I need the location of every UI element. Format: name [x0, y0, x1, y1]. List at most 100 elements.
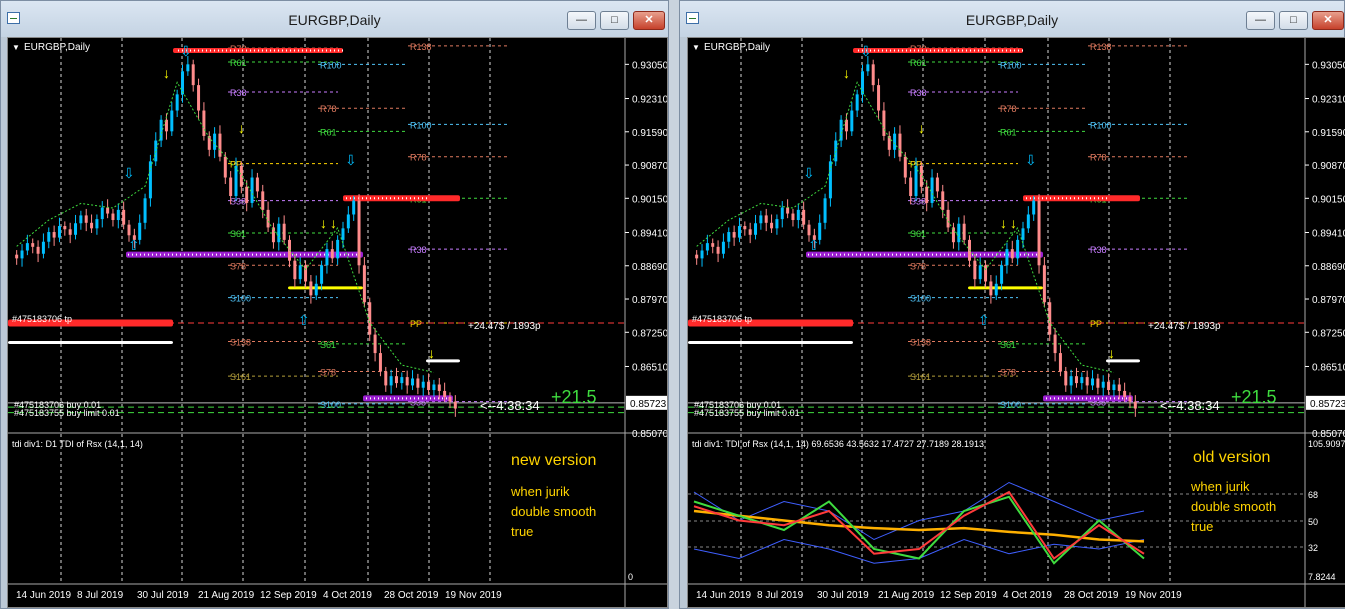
candle-body	[448, 396, 452, 402]
candle-body	[1000, 265, 1004, 284]
candle-body	[400, 377, 404, 384]
candle-body	[47, 232, 51, 242]
candle-body	[36, 246, 40, 254]
candle-body	[100, 207, 104, 220]
candle-body	[1074, 376, 1078, 384]
candle-body	[962, 223, 966, 240]
window-titlebar[interactable]: EURGBP,Daily — □ ✕	[680, 1, 1344, 37]
candle-body	[261, 191, 265, 210]
pivot-level-label: S38	[910, 197, 926, 207]
candle-body	[111, 213, 115, 221]
candle-body	[866, 64, 870, 72]
chart-canvas[interactable]: 14 Jun 2019 8 Jul 2019 30 Jul 2019 21 Aug 2…	[688, 38, 1345, 608]
candle-body	[935, 177, 939, 192]
candle-body	[1005, 249, 1009, 266]
order-tp-label: #475183706 tp	[12, 314, 72, 324]
candle-body	[743, 226, 747, 230]
price-tick-label: 0.87250	[632, 328, 668, 339]
candle-body	[1021, 228, 1025, 240]
candle-body	[861, 71, 865, 95]
candle-body	[271, 227, 275, 243]
candle-body	[1026, 214, 1030, 229]
window-titlebar[interactable]: EURGBP,Daily — □ ✕	[1, 1, 668, 37]
candle-body	[1053, 334, 1057, 354]
candle-body	[197, 85, 201, 111]
chart-area[interactable]: 14 Jun 2019 8 Jul 2019 30 Jul 2019 21 Aug 2…	[7, 37, 668, 608]
pivot-level-label: R100	[1000, 60, 1022, 70]
zone-bar	[343, 195, 460, 202]
candle-body	[143, 198, 147, 223]
candle-body	[1117, 384, 1121, 391]
pivot-level-label: S38	[230, 197, 246, 207]
chart-canvas[interactable]: 14 Jun 2019 8 Jul 2019 30 Jul 2019 21 Aug 2…	[8, 38, 668, 608]
indicator-axis-label: 50	[1308, 517, 1318, 527]
candle-body	[732, 232, 736, 238]
signal-arrow-icon: ⇩	[180, 43, 192, 59]
price-tick-label: 0.88690	[1312, 262, 1345, 273]
note-line: when jurik	[1190, 479, 1250, 494]
close-button[interactable]: ✕	[633, 11, 665, 30]
note-line: double smooth	[1191, 499, 1276, 514]
price-tick-label: 0.86510	[1312, 362, 1345, 373]
date-tick-label: 12 Sep 2019	[940, 590, 997, 601]
minimize-button[interactable]: —	[567, 11, 596, 30]
candle-body	[700, 250, 704, 259]
candle-body	[373, 334, 377, 354]
date-tick-label: 30 Jul 2019	[817, 590, 869, 601]
close-button[interactable]: ✕	[1312, 11, 1344, 30]
current-price-label: 0.85723	[1310, 399, 1345, 410]
candle-body	[994, 283, 998, 296]
signal-arrow-icon: ↓	[1010, 215, 1017, 231]
candle-body	[716, 246, 720, 254]
candle-body	[1080, 377, 1084, 384]
candle-body	[1133, 401, 1137, 409]
price-tick-label: 0.92310	[1312, 95, 1345, 106]
candle-body	[1032, 200, 1036, 215]
candle-body	[871, 64, 875, 86]
indicator-label: tdi div1: D1 TDI of Rsx (14,1, 14)	[12, 439, 143, 449]
zone-bar	[288, 286, 363, 290]
price-tick-label: 0.90150	[1312, 194, 1345, 205]
signal-arrow-icon: ↓	[428, 345, 435, 361]
pivot-level-label: S61	[910, 229, 926, 239]
candle-body	[1016, 239, 1020, 259]
indicator-series-line	[693, 509, 1145, 543]
date-tick-label: 14 Jun 2019	[16, 590, 71, 601]
minimize-button[interactable]: —	[1246, 11, 1275, 30]
signal-arrow-icon: ⇩	[123, 165, 135, 181]
candle-body	[437, 384, 441, 391]
chart-window-new: EURGBP,Daily — □ ✕ 14 Jun 2019 8 Jul 2019…	[0, 0, 669, 609]
candle-body	[52, 232, 56, 238]
signal-arrow-icon: ⇧	[128, 237, 140, 253]
signal-arrow-icon: ⇧	[298, 312, 310, 328]
candle-body	[705, 243, 709, 251]
maximize-button[interactable]: □	[600, 11, 629, 30]
current-price-label: 0.85723	[630, 399, 667, 410]
indicator-label: tdi div1: TDI of Rsx (14,1, 14) 69.6536 …	[692, 439, 984, 449]
candle-body	[57, 226, 61, 238]
order-buy-limit-label: #475183755 buy limit 0.01	[694, 408, 800, 418]
price-tick-label: 0.87970	[1312, 295, 1345, 306]
candle-body	[15, 254, 19, 259]
candle-body	[893, 133, 897, 150]
note-line: double smooth	[511, 504, 596, 519]
note-title: new version	[511, 452, 596, 469]
maximize-button[interactable]: □	[1279, 11, 1308, 30]
candle-body	[930, 177, 934, 203]
candle-body	[775, 219, 779, 229]
candle-body	[989, 281, 993, 296]
candle-body	[1069, 376, 1073, 386]
pivot-level-label: S161	[910, 372, 931, 382]
candle-body	[770, 222, 774, 229]
indicator-axis-label: 32	[1308, 543, 1318, 553]
pivot-level-label: R78	[1090, 153, 1107, 163]
candle-body	[330, 249, 334, 259]
pivot-level-label: R61	[320, 127, 337, 137]
candle-body	[839, 119, 843, 141]
candle-body	[304, 265, 308, 282]
pivot-level-label: S78	[230, 261, 246, 271]
candle-body	[957, 223, 961, 243]
chart-area[interactable]: 14 Jun 2019 8 Jul 2019 30 Jul 2019 21 Aug 2…	[687, 37, 1345, 608]
indicator-axis-label: 7.8244	[1308, 572, 1336, 582]
pivot-level-label: R38	[910, 88, 927, 98]
